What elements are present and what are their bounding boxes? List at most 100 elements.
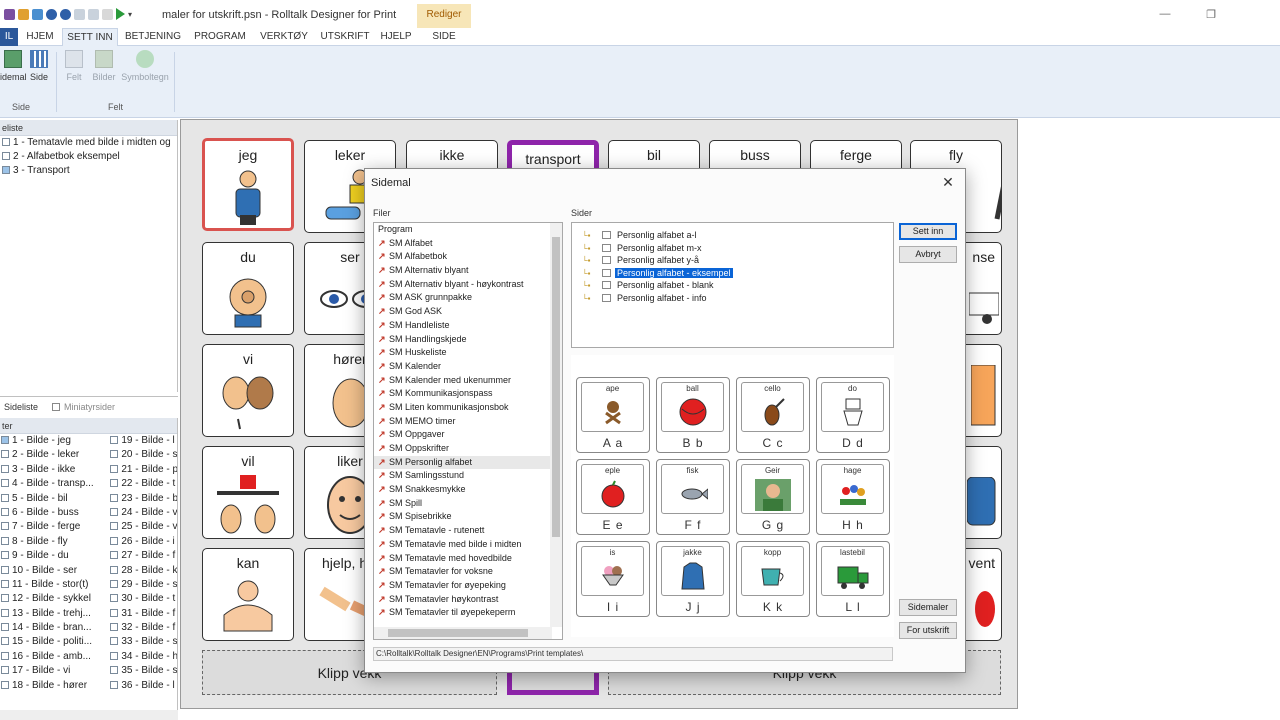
field-list-item[interactable]: 18 - Bilde - hører	[0, 679, 109, 693]
play-icon[interactable]	[116, 8, 125, 20]
bilder-button[interactable]: Bilder	[90, 50, 118, 82]
record-icon[interactable]	[46, 8, 57, 20]
tab-utskrift[interactable]: UTSKRIFT	[316, 28, 374, 46]
files-list-item[interactable]: ↗ SM Tematavle med hovedbilde	[374, 552, 562, 566]
field-list-item[interactable]: 32 - Bilde - f	[109, 621, 177, 635]
files-list-item[interactable]: ↗ SM Spill	[374, 497, 562, 511]
page-list-item[interactable]: 2 - Alfabetbok eksempel	[0, 150, 177, 164]
sidemaler-button[interactable]: Sidemaler	[899, 599, 957, 616]
files-list-item[interactable]: ↗ SM Tematavler høykontrast	[374, 593, 562, 607]
files-list-item[interactable]: ↗ SM Alternativ blyant - høykontrast	[374, 278, 562, 292]
field-list-item[interactable]: 13 - Bilde - trehj...	[0, 607, 109, 621]
field-list-item[interactable]: 24 - Bilde - v	[109, 506, 177, 520]
files-list-item[interactable]: ↗ SM Oppskrifter	[374, 442, 562, 456]
tab-file[interactable]: IL	[0, 28, 18, 46]
files-list-item[interactable]: ↗ SM ASK grunnpakke	[374, 291, 562, 305]
files-list[interactable]: Program ↗ SM Alfabet ↗ SM Alfabetbok ↗ SM Alte…	[373, 222, 563, 640]
page-template-item[interactable]: └▪ Personlig alfabet m-x	[582, 242, 704, 255]
files-list-item[interactable]: ↗ SM Spisebrikke	[374, 510, 562, 524]
files-list-item[interactable]: ↗ SM Tematavle med bilde i midten	[374, 538, 562, 552]
tab-hjelp[interactable]: HJELP	[376, 28, 416, 46]
maximize-icon[interactable]: ❐	[1188, 0, 1234, 28]
cell-vi[interactable]: vi	[202, 344, 294, 437]
tab-verktoy[interactable]: VERKTØY	[256, 28, 312, 46]
save-icon[interactable]	[4, 8, 15, 20]
tab-sett-inn[interactable]: SETT INN	[62, 28, 118, 46]
field-list-item[interactable]: 8 - Bilde - fly	[0, 535, 109, 549]
files-list-item[interactable]: ↗ SM Snakkesmykke	[374, 483, 562, 497]
files-list-item[interactable]: ↗ SM Liten kommunikasjonsbok	[374, 401, 562, 415]
context-tab-rediger[interactable]: Rediger	[417, 4, 471, 28]
files-list-header[interactable]: Program	[374, 223, 562, 237]
field-list-item[interactable]: 9 - Bilde - du	[0, 549, 109, 563]
open-folder-icon[interactable]	[18, 8, 29, 20]
side-button[interactable]: Side	[28, 50, 50, 82]
field-list-item[interactable]: 12 - Bilde - sykkel	[0, 592, 109, 606]
undo-icon[interactable]	[74, 8, 85, 20]
files-list-item[interactable]: ↗ SM Alfabetbok	[374, 250, 562, 264]
horizontal-scrollbar[interactable]	[374, 627, 552, 639]
files-list-item[interactable]: ↗ SM Tematavler for voksne	[374, 565, 562, 579]
scrollbar-thumb[interactable]	[388, 629, 528, 637]
image-icon[interactable]	[32, 8, 43, 20]
field-list-item[interactable]: 34 - Bilde - h	[109, 650, 177, 664]
field-list-item[interactable]: 16 - Bilde - amb...	[0, 650, 109, 664]
files-list-item[interactable]: ↗ SM Samlingsstund	[374, 469, 562, 483]
field-list-item[interactable]: 11 - Bilde - stor(t)	[0, 578, 109, 592]
tab-sideliste[interactable]: Sideliste	[0, 399, 42, 415]
page-list-item-selected[interactable]: 3 - Transport	[0, 164, 177, 178]
field-list-item[interactable]: 10 - Bilde - ser	[0, 564, 109, 578]
files-list-item[interactable]: ↗ SM Tematavler for øyepeking	[374, 579, 562, 593]
tab-miniatyrsider[interactable]: Miniatyrsider	[48, 399, 119, 415]
page-template-item[interactable]: └▪ Personlig alfabet - eksempel	[582, 266, 734, 280]
field-list-item[interactable]: 29 - Bilde - s	[109, 578, 177, 592]
field-list-item[interactable]: 20 - Bilde - s	[109, 448, 177, 462]
field-list-item[interactable]: 33 - Bilde - s	[109, 635, 177, 649]
files-list-item[interactable]: ↗ SM Alternativ blyant	[374, 264, 562, 278]
files-list-item[interactable]: ↗ SM Huskeliste	[374, 346, 562, 360]
cell-vil[interactable]: vil	[202, 446, 294, 539]
page-icon[interactable]	[102, 8, 113, 20]
pages-list[interactable]: └▪ Personlig alfabet a-l └▪ Personlig alfab…	[571, 222, 894, 348]
tab-side[interactable]: SIDE	[422, 28, 466, 46]
page-template-item[interactable]: └▪ Personlig alfabet - blank	[582, 279, 716, 292]
felt-button[interactable]: Felt	[62, 50, 86, 82]
minimize-icon[interactable]: —	[1142, 0, 1188, 28]
avbryt-button[interactable]: Avbryt	[899, 246, 957, 263]
files-list-item[interactable]: ↗ SM Kommunikasjonspass	[374, 387, 562, 401]
field-list-item[interactable]: 30 - Bilde - t	[109, 592, 177, 606]
cell-jeg[interactable]: jeg	[202, 138, 294, 231]
field-list-item[interactable]: 4 - Bilde - transp...	[0, 477, 109, 491]
field-list-item[interactable]: 21 - Bilde - p	[109, 463, 177, 477]
files-list-item[interactable]: ↗ SM MEMO timer	[374, 415, 562, 429]
tab-program[interactable]: PROGRAM	[188, 28, 252, 46]
files-list-item[interactable]: ↗ SM God ASK	[374, 305, 562, 319]
field-list-item[interactable]: 19 - Bilde - l	[109, 434, 177, 448]
page-template-item[interactable]: └▪ Personlig alfabet - info	[582, 292, 709, 305]
stop-icon[interactable]	[60, 8, 71, 20]
field-list-item[interactable]: 14 - Bilde - bran...	[0, 621, 109, 635]
field-list-item[interactable]: 23 - Bilde - b	[109, 492, 177, 506]
sett-inn-button[interactable]: Sett inn	[899, 223, 957, 240]
page-list-item[interactable]: 1 - Tematavle med bilde i midten og	[0, 136, 177, 150]
close-icon[interactable]: ✕	[939, 173, 957, 191]
sidemal-button[interactable]: idemal	[0, 50, 27, 82]
field-list-item[interactable]: 25 - Bilde - v	[109, 520, 177, 534]
field-list-item[interactable]: 2 - Bilde - leker	[0, 448, 109, 462]
field-list-item[interactable]: 1 - Bilde - jeg	[0, 434, 109, 448]
field-list-item[interactable]: 3 - Bilde - ikke	[0, 463, 109, 477]
horizontal-scrollbar[interactable]	[0, 710, 178, 720]
field-list-item[interactable]: 6 - Bilde - buss	[0, 506, 109, 520]
files-list-item[interactable]: ↗ SM Kalender med ukenummer	[374, 374, 562, 388]
files-list-item[interactable]: ↗ SM Handleliste	[374, 319, 562, 333]
cell-du[interactable]: du	[202, 242, 294, 335]
field-list-item[interactable]: 36 - Bilde - l	[109, 679, 177, 693]
page-template-item[interactable]: └▪ Personlig alfabet a-l	[582, 229, 699, 242]
scrollbar-thumb[interactable]	[552, 237, 560, 537]
field-list-item[interactable]: 5 - Bilde - bil	[0, 492, 109, 506]
files-list-item[interactable]: ↗ SM Handlingskjede	[374, 333, 562, 347]
close-window-icon[interactable]	[1234, 0, 1280, 28]
field-list-item[interactable]: 22 - Bilde - t	[109, 477, 177, 491]
symboltegn-button[interactable]: Symboltegn	[119, 50, 171, 82]
files-list-item[interactable]: ↗ SM Alfabet	[374, 237, 562, 251]
